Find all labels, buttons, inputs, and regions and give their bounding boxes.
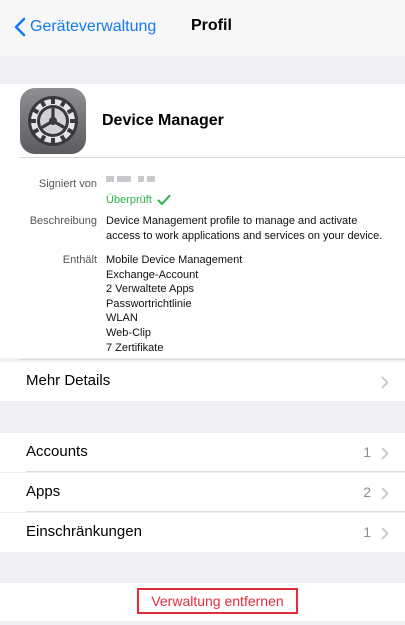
chevron-right-icon [381,376,389,389]
verified-status: Überprüft [106,194,171,206]
restrictions-label: Einschränkungen [26,523,142,540]
divider [26,511,405,512]
back-button-label: Geräteverwaltung [30,18,157,35]
apps-row[interactable]: Apps 2 [0,473,405,512]
description-label: Beschreibung [29,215,97,227]
contains-label: Enthält [62,254,97,266]
chevron-right-icon [381,527,389,540]
profile-name: Device Manager [102,112,224,129]
apps-count: 2 [363,484,371,500]
page-title: Profil [191,17,232,34]
accounts-row[interactable]: Accounts 1 [0,433,405,472]
accounts-label: Accounts [26,443,88,460]
chevron-right-icon [381,487,389,500]
signed-by-label: Signiert von [38,178,97,190]
settings-gear-icon [20,88,86,154]
description-line: access to work applications and services… [106,229,383,242]
checkmark-icon [157,194,171,205]
contains-item: Passwortrichtlinie [106,297,192,310]
divider [20,359,405,360]
divider [26,471,405,472]
description-line: Device Management profile to manage and … [106,215,358,227]
contains-item: WLAN [106,312,138,325]
profile-details: Signiert von Überprüft Beschreibung Devi… [0,158,405,360]
more-details-row[interactable]: Mehr Details [0,362,405,401]
remove-management-button[interactable]: Verwaltung entfernen [137,588,298,614]
contains-item: Mobile Device Management [106,254,243,266]
restrictions-count: 1 [363,524,371,540]
contains-list: Mobile Device Management Exchange-Accoun… [106,253,242,355]
chevron-right-icon [381,447,389,460]
accounts-count: 1 [363,444,371,460]
profile-header: Device Manager [0,84,405,158]
verified-label: Überprüft [106,194,152,206]
back-button[interactable]: Geräteverwaltung [14,15,156,39]
contains-item: 7 Zertifikate [106,341,164,354]
restrictions-row[interactable]: Einschränkungen 1 [0,513,405,552]
more-details-label: Mehr Details [26,372,111,389]
contains-item: 2 Verwaltete Apps [106,283,195,296]
apps-label: Apps [26,483,61,500]
contains-item: Exchange-Account [106,268,199,281]
contains-item: Web-Clip [106,326,152,339]
remove-management-row: Verwaltung entfernen [0,583,405,621]
navigation-bar: Geräteverwaltung Profil [0,0,405,56]
signer-redacted [106,176,155,182]
description-value: Device Management profile to manage and … [106,214,382,243]
chevron-left-icon [14,17,26,37]
